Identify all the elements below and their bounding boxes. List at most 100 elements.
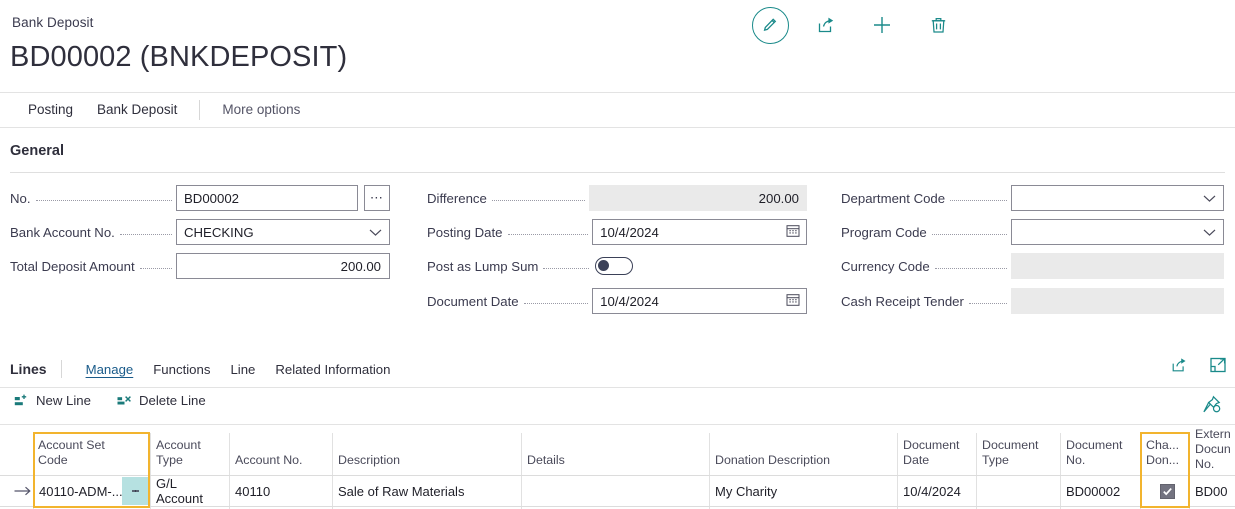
leader-dots <box>932 234 1007 235</box>
page-header: Bank Deposit BD00002 (BNKDEPOSIT) <box>0 0 1235 92</box>
no-lookup-button[interactable]: ⋯ <box>364 185 390 211</box>
ribbon-item-posting[interactable]: Posting <box>16 93 85 127</box>
lines-section-title: Lines <box>10 361 47 377</box>
cell-document-no[interactable]: BD00002 <box>1066 476 1138 506</box>
col-header-line1: Document <box>903 438 975 453</box>
col-header-line2: Docun <box>1195 442 1235 457</box>
lines-divider-top <box>0 387 1235 388</box>
cell-charity-donation[interactable] <box>1146 476 1188 506</box>
field-cash-receipt-tender-label: Cash Receipt Tender <box>841 294 964 309</box>
no-input[interactable]: BD00002 <box>176 185 358 211</box>
lines-tab-line[interactable]: Line <box>220 362 265 377</box>
col-header-charity-donation[interactable]: Cha... Don... <box>1146 425 1188 475</box>
col-header-external-document-no[interactable]: Extern Docun No. <box>1195 425 1235 475</box>
leader-dots <box>508 234 589 235</box>
col-header-account-no[interactable]: Account No. <box>235 425 330 475</box>
edit-button[interactable] <box>742 4 798 46</box>
cell-document-date-value: 10/4/2024 <box>903 484 961 499</box>
col-header-document-type[interactable]: Document Type <box>982 425 1054 475</box>
delete-button[interactable] <box>910 4 966 46</box>
col-header-description[interactable]: Description <box>338 425 518 475</box>
cell-account-no-value: 40110 <box>235 484 270 499</box>
ribbon-item-bank-deposit[interactable]: Bank Deposit <box>85 93 189 127</box>
lines-tab-manage[interactable]: Manage <box>76 362 144 377</box>
cell-account-type[interactable]: G/L Account <box>156 476 226 506</box>
lines-divider <box>61 360 62 378</box>
account-set-code-assist-button[interactable] <box>122 477 149 505</box>
col-header-line1: Account Set <box>38 438 146 453</box>
table-row[interactable]: 40110-ADM-... G/L Account 40110 Sale of … <box>0 476 1235 506</box>
col-header-line2: Details <box>527 453 707 468</box>
share-button[interactable] <box>798 4 854 46</box>
program-code-dropdown[interactable] <box>1011 219 1224 245</box>
posting-date-input[interactable]: 10/4/2024 <box>592 219 807 245</box>
lines-tab-functions[interactable]: Functions <box>143 362 220 377</box>
cash-receipt-tender-field <box>1011 288 1224 314</box>
col-header-line2: Date <box>903 453 975 468</box>
new-button[interactable] <box>854 4 910 46</box>
field-post-as-lump-sum-label: Post as Lump Sum <box>427 259 538 274</box>
bank-account-no-dropdown[interactable]: CHECKING <box>176 219 390 245</box>
cell-document-type[interactable] <box>982 476 1056 506</box>
col-header-line1: Document <box>982 438 1054 453</box>
col-header-line3: No. <box>1195 457 1235 472</box>
cell-account-set-code[interactable]: 40110-ADM-... <box>39 476 123 506</box>
document-date-input[interactable]: 10/4/2024 <box>592 288 807 314</box>
share-icon <box>1170 356 1189 374</box>
field-program-code: Program Code <box>841 219 1226 245</box>
field-difference-label: Difference <box>427 191 487 206</box>
pin-button[interactable] <box>1202 395 1221 419</box>
edit-pencil-icon <box>752 7 789 44</box>
document-date-value: 10/4/2024 <box>600 294 659 309</box>
charity-donation-checkbox[interactable] <box>1160 484 1175 499</box>
leader-dots <box>120 234 172 235</box>
cell-account-no[interactable]: 40110 <box>235 476 325 506</box>
col-header-line2: Description <box>338 453 518 468</box>
col-header-line1: Document <box>1066 438 1138 453</box>
lines-tab-related-information[interactable]: Related Information <box>265 362 400 377</box>
total-deposit-amount-input[interactable]: 200.00 <box>176 253 390 279</box>
col-header-account-set-code[interactable]: Account Set Code <box>38 425 146 475</box>
lines-share-button[interactable] <box>1170 356 1189 379</box>
field-posting-date: Posting Date 10/4/2024 <box>427 219 807 245</box>
breadcrumb[interactable]: Bank Deposit <box>12 15 94 30</box>
general-divider <box>10 172 1225 173</box>
leader-dots <box>543 268 589 269</box>
cell-external-document-no[interactable]: BD00 <box>1195 476 1235 506</box>
new-line-button[interactable]: New Line <box>14 393 91 408</box>
cell-details[interactable] <box>527 476 705 506</box>
col-header-line2: Don... <box>1146 453 1188 468</box>
calendar-icon[interactable] <box>786 293 800 310</box>
col-header-document-no[interactable]: Document No. <box>1066 425 1138 475</box>
total-deposit-amount-value: 200.00 <box>341 259 381 274</box>
cell-account-type-value: G/L Account <box>156 476 226 506</box>
no-input-value: BD00002 <box>184 191 239 206</box>
ribbon-item-more-options[interactable]: More options <box>210 93 312 127</box>
department-code-dropdown[interactable] <box>1011 185 1224 211</box>
plus-icon <box>871 14 893 36</box>
cell-description[interactable]: Sale of Raw Materials <box>338 476 518 506</box>
cell-document-date[interactable]: 10/4/2024 <box>903 476 973 506</box>
lines-grid: Account Set Code Account Type Account No… <box>0 425 1235 475</box>
post-as-lump-sum-toggle[interactable] <box>595 257 633 275</box>
field-currency-code: Currency Code <box>841 253 1226 279</box>
cell-account-set-code-value: 40110-ADM-... <box>39 484 123 499</box>
lines-action-toolbar: New Line Delete Line <box>14 393 206 408</box>
field-document-date-label: Document Date <box>427 294 519 309</box>
calendar-icon[interactable] <box>786 224 800 241</box>
new-line-label: New Line <box>36 393 91 408</box>
field-no: No. BD00002 ⋯ <box>10 185 390 211</box>
col-header-document-date[interactable]: Document Date <box>903 425 975 475</box>
col-header-donation-description[interactable]: Donation Description <box>715 425 895 475</box>
col-header-account-type[interactable]: Account Type <box>156 425 226 475</box>
chevron-down-icon <box>1203 191 1216 206</box>
bank-account-no-value: CHECKING <box>184 225 254 240</box>
col-header-details[interactable]: Details <box>527 425 707 475</box>
delete-line-button[interactable]: Delete Line <box>117 393 206 408</box>
ribbon-divider <box>199 100 200 120</box>
general-section-title: General <box>10 143 64 159</box>
col-header-line2: Account No. <box>235 453 330 468</box>
cell-donation-description[interactable]: My Charity <box>715 476 893 506</box>
posting-date-value: 10/4/2024 <box>600 225 659 240</box>
open-in-new-window-button[interactable] <box>1209 356 1227 379</box>
